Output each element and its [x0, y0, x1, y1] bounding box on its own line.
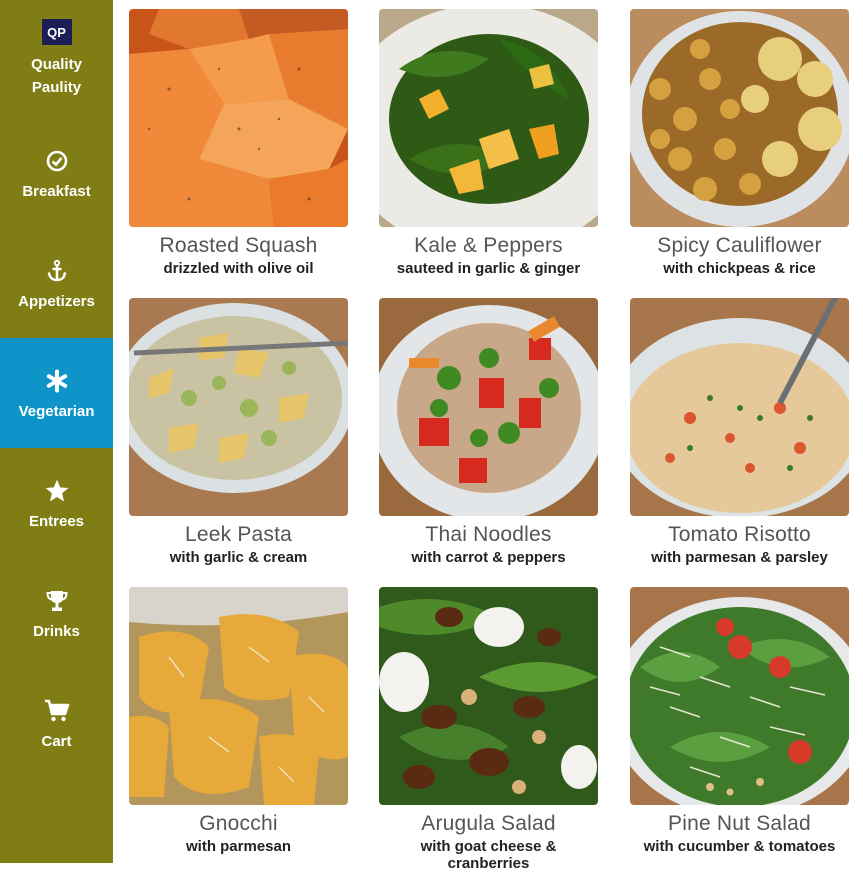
sidebar-item-appetizers[interactable]: Appetizers — [0, 223, 113, 333]
brand-name-line2: Paulity — [31, 79, 82, 96]
dish-card-gnocchi[interactable]: Gnocchi with parmesan — [129, 587, 348, 855]
dish-title: Roasted Squash — [159, 234, 318, 257]
sidebar-item-label: Breakfast — [22, 183, 91, 200]
dish-title: Leek Pasta — [184, 523, 293, 546]
sidebar-item-label: Drinks — [33, 623, 80, 640]
dish-title: Thai Noodles — [425, 523, 552, 546]
trophy-icon — [44, 588, 70, 614]
clock-icon — [44, 148, 70, 174]
dish-photo — [129, 298, 348, 516]
star-icon — [44, 478, 70, 504]
sidebar-item-breakfast[interactable]: Breakfast — [0, 113, 113, 223]
dish-photo — [630, 9, 849, 227]
dish-card-pine-nut-salad[interactable]: Pine Nut Salad with cucumber & tomatoes — [630, 587, 849, 855]
dish-subtitle: with goat cheese & cranberries — [420, 838, 557, 872]
dish-title: Spicy Cauliflower — [657, 234, 822, 257]
dish-card-roasted-squash[interactable]: Roasted Squash drizzled with olive oil — [129, 9, 348, 277]
sidebar-item-label: Vegetarian — [18, 403, 95, 420]
dish-photo — [630, 298, 849, 516]
sidebar-item-label: Cart — [41, 733, 72, 750]
sidebar-item-label: Appetizers — [18, 293, 95, 310]
brand-name: Quality Paulity — [31, 53, 82, 99]
sidebar: QP Quality Paulity Breakfast Appetizers … — [0, 0, 113, 863]
sidebar-item-entrees[interactable]: Entrees — [0, 443, 113, 553]
dish-photo — [129, 9, 348, 227]
dish-subtitle: with cucumber & tomatoes — [643, 838, 836, 855]
dish-subtitle: with parmesan & parsley — [651, 549, 828, 566]
dish-card-tomato-risotto[interactable]: Tomato Risotto with parmesan & parsley — [630, 298, 849, 566]
dish-photo — [630, 587, 849, 805]
dish-title: Gnocchi — [199, 812, 278, 835]
dish-photo — [379, 587, 598, 805]
dish-photo — [379, 298, 598, 516]
dish-title: Arugula Salad — [421, 812, 556, 835]
dish-subtitle: drizzled with olive oil — [163, 260, 314, 277]
dish-title: Tomato Risotto — [668, 523, 811, 546]
dish-subtitle: with parmesan — [185, 838, 292, 855]
dish-title: Pine Nut Salad — [668, 812, 811, 835]
dish-photo — [129, 587, 348, 805]
brand-name-line1: Quality — [31, 56, 82, 73]
dish-subtitle: with chickpeas & rice — [663, 260, 816, 277]
sidebar-item-drinks[interactable]: Drinks — [0, 553, 113, 663]
dish-card-thai-noodles[interactable]: Thai Noodles with carrot & peppers — [379, 298, 598, 566]
sidebar-item-vegetarian[interactable]: Vegetarian — [0, 338, 113, 448]
asterisk-icon — [44, 368, 70, 394]
dish-card-kale-peppers[interactable]: Kale & Peppers sauteed in garlic & ginge… — [379, 9, 598, 277]
dish-card-arugula-salad[interactable]: Arugula Salad with goat cheese & cranber… — [379, 587, 598, 872]
dish-subtitle: with carrot & peppers — [411, 549, 566, 566]
dish-card-spicy-cauliflower[interactable]: Spicy Cauliflower with chickpeas & rice — [630, 9, 849, 277]
dish-title: Kale & Peppers — [414, 234, 563, 257]
anchor-icon — [44, 258, 70, 284]
dish-subtitle: with garlic & cream — [169, 549, 308, 566]
dish-card-leek-pasta[interactable]: Leek Pasta with garlic & cream — [129, 298, 348, 566]
brand-logo[interactable]: QP Quality Paulity — [0, 0, 113, 113]
logo-badge: QP — [41, 19, 72, 45]
sidebar-item-cart[interactable]: Cart — [0, 663, 113, 773]
cart-icon — [44, 698, 70, 724]
sidebar-item-label: Entrees — [28, 513, 85, 530]
dish-subtitle: sauteed in garlic & ginger — [396, 260, 581, 277]
dish-photo — [379, 9, 598, 227]
